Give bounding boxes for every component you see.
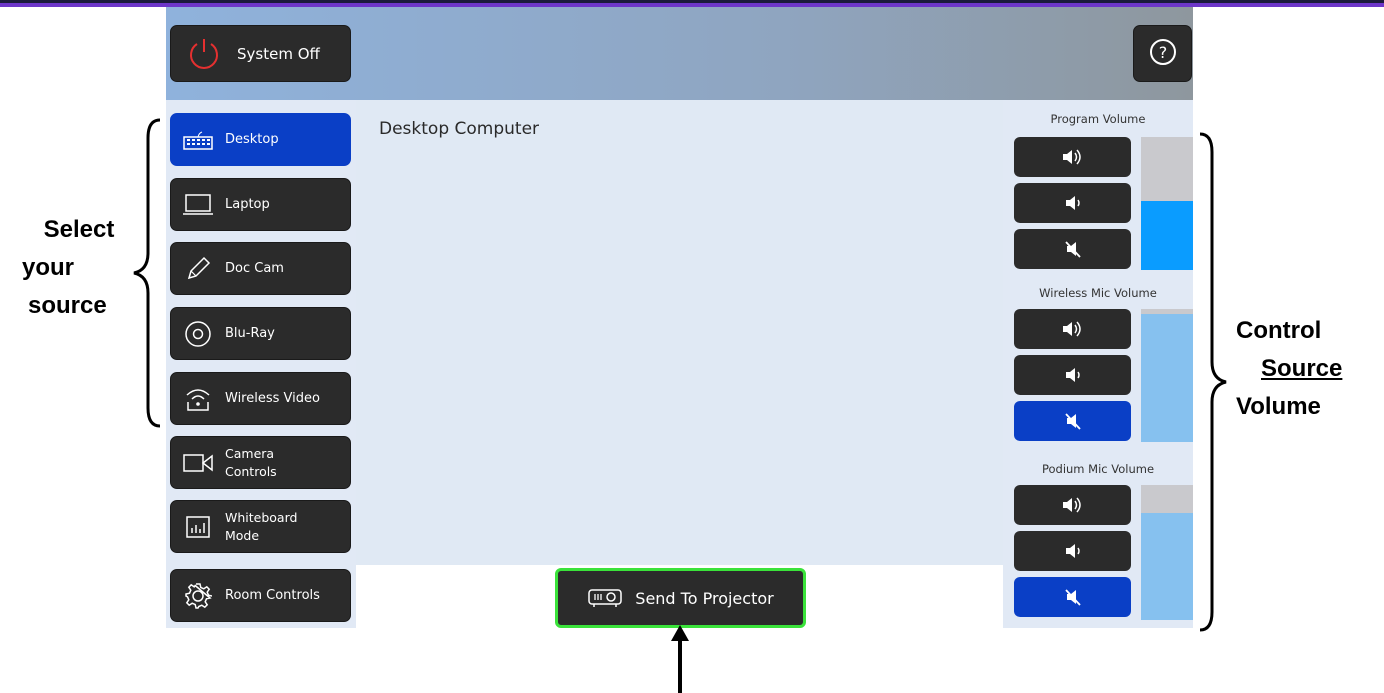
- annotation-line: Select: [43, 216, 115, 243]
- projector-icon: [587, 587, 623, 609]
- help-button[interactable]: ?: [1133, 25, 1192, 82]
- volume-up-icon: [1062, 497, 1081, 513]
- podium-mic-volume-title: Podium Mic Volume: [1041, 462, 1155, 476]
- disc-icon: [171, 320, 225, 348]
- annotation-line: source: [28, 292, 107, 319]
- source-label: Doc Cam: [225, 260, 284, 276]
- podium-mic-volume-fill: [1141, 513, 1193, 620]
- source-button-laptop[interactable]: Laptop: [170, 178, 351, 231]
- mute-icon: [1064, 589, 1081, 606]
- gear-icon: [171, 582, 225, 610]
- podium-mic-volume-up-button[interactable]: [1014, 485, 1131, 525]
- program-volume-title: Program Volume: [1050, 112, 1146, 126]
- wireless-mic-volume-title: Wireless Mic Volume: [1039, 286, 1157, 300]
- volume-down-icon: [1065, 368, 1080, 382]
- volume-down-icon: [1065, 544, 1080, 558]
- annotation-select-source: Select your source: [22, 211, 122, 325]
- source-label: Wireless Video: [225, 390, 320, 406]
- wireless-mic-volume-slider[interactable]: [1141, 309, 1193, 442]
- left-brace: [133, 118, 161, 428]
- wireless-icon: [171, 385, 225, 413]
- wireless-mic-mute-button[interactable]: [1014, 401, 1131, 441]
- wireless-mic-volume-down-button[interactable]: [1014, 355, 1131, 395]
- program-volume-up-button[interactable]: [1014, 137, 1131, 177]
- help-icon: ?: [1149, 38, 1177, 70]
- annotation-line: your: [22, 254, 75, 281]
- send-to-projector-button[interactable]: Send To Projector: [555, 568, 806, 628]
- annotation-line: Control: [1236, 317, 1322, 344]
- wireless-mic-volume-fill: [1141, 314, 1193, 442]
- program-volume-slider[interactable]: [1141, 137, 1193, 270]
- laptop-icon: [171, 193, 225, 217]
- top-border: [0, 0, 1384, 7]
- wireless-mic-volume-up-button[interactable]: [1014, 309, 1131, 349]
- system-off-button[interactable]: System Off: [170, 25, 351, 82]
- source-button-desktop[interactable]: Desktop: [170, 113, 351, 166]
- annotation-line: Volume: [1236, 393, 1321, 420]
- podium-mic-volume-down-button[interactable]: [1014, 531, 1131, 571]
- source-label: Laptop: [225, 196, 270, 212]
- source-preview-area: [356, 100, 1003, 565]
- program-volume-fill: [1141, 200, 1193, 270]
- room-controls-button[interactable]: Room Controls: [170, 569, 351, 622]
- system-off-label: System Off: [237, 44, 320, 63]
- whiteboard-mode-button[interactable]: Whiteboard Mode: [170, 500, 351, 553]
- volume-up-icon: [1062, 321, 1081, 337]
- content-title: Desktop Computer: [379, 119, 540, 139]
- podium-mic-volume-slider[interactable]: [1141, 485, 1193, 620]
- program-volume-down-button[interactable]: [1014, 183, 1131, 223]
- camera-controls-label: Camera Controls: [225, 445, 277, 479]
- arrow-up: [671, 625, 689, 693]
- podium-mic-mute-button[interactable]: [1014, 577, 1131, 617]
- mute-icon: [1064, 241, 1081, 258]
- volume-up-icon: [1062, 149, 1081, 165]
- source-label: Blu-Ray: [225, 325, 275, 341]
- source-button-doc-cam[interactable]: Doc Cam: [170, 242, 351, 295]
- keyboard-icon: [171, 130, 225, 150]
- source-button-wireless-video[interactable]: Wireless Video: [170, 372, 351, 425]
- annotation-control-volume: Control Source Volume: [1236, 312, 1376, 426]
- volume-down-icon: [1065, 196, 1080, 210]
- annotation-line: Source: [1261, 355, 1343, 382]
- camera-controls-button[interactable]: Camera Controls: [170, 436, 351, 489]
- program-mute-button[interactable]: [1014, 229, 1131, 269]
- mute-icon: [1064, 413, 1081, 430]
- source-label: Room Controls: [225, 587, 320, 603]
- source-button-blu-ray[interactable]: Blu-Ray: [170, 307, 351, 360]
- whiteboard-mode-label: Whiteboard Mode: [225, 509, 298, 543]
- right-brace: [1199, 132, 1227, 632]
- whiteboard-icon: [171, 515, 225, 539]
- power-icon: [171, 37, 237, 71]
- send-to-projector-label: Send To Projector: [635, 588, 774, 608]
- camera-icon: [171, 452, 225, 474]
- pencil-icon: [171, 256, 225, 282]
- source-label: Desktop: [225, 131, 279, 147]
- svg-text:?: ?: [1158, 43, 1167, 62]
